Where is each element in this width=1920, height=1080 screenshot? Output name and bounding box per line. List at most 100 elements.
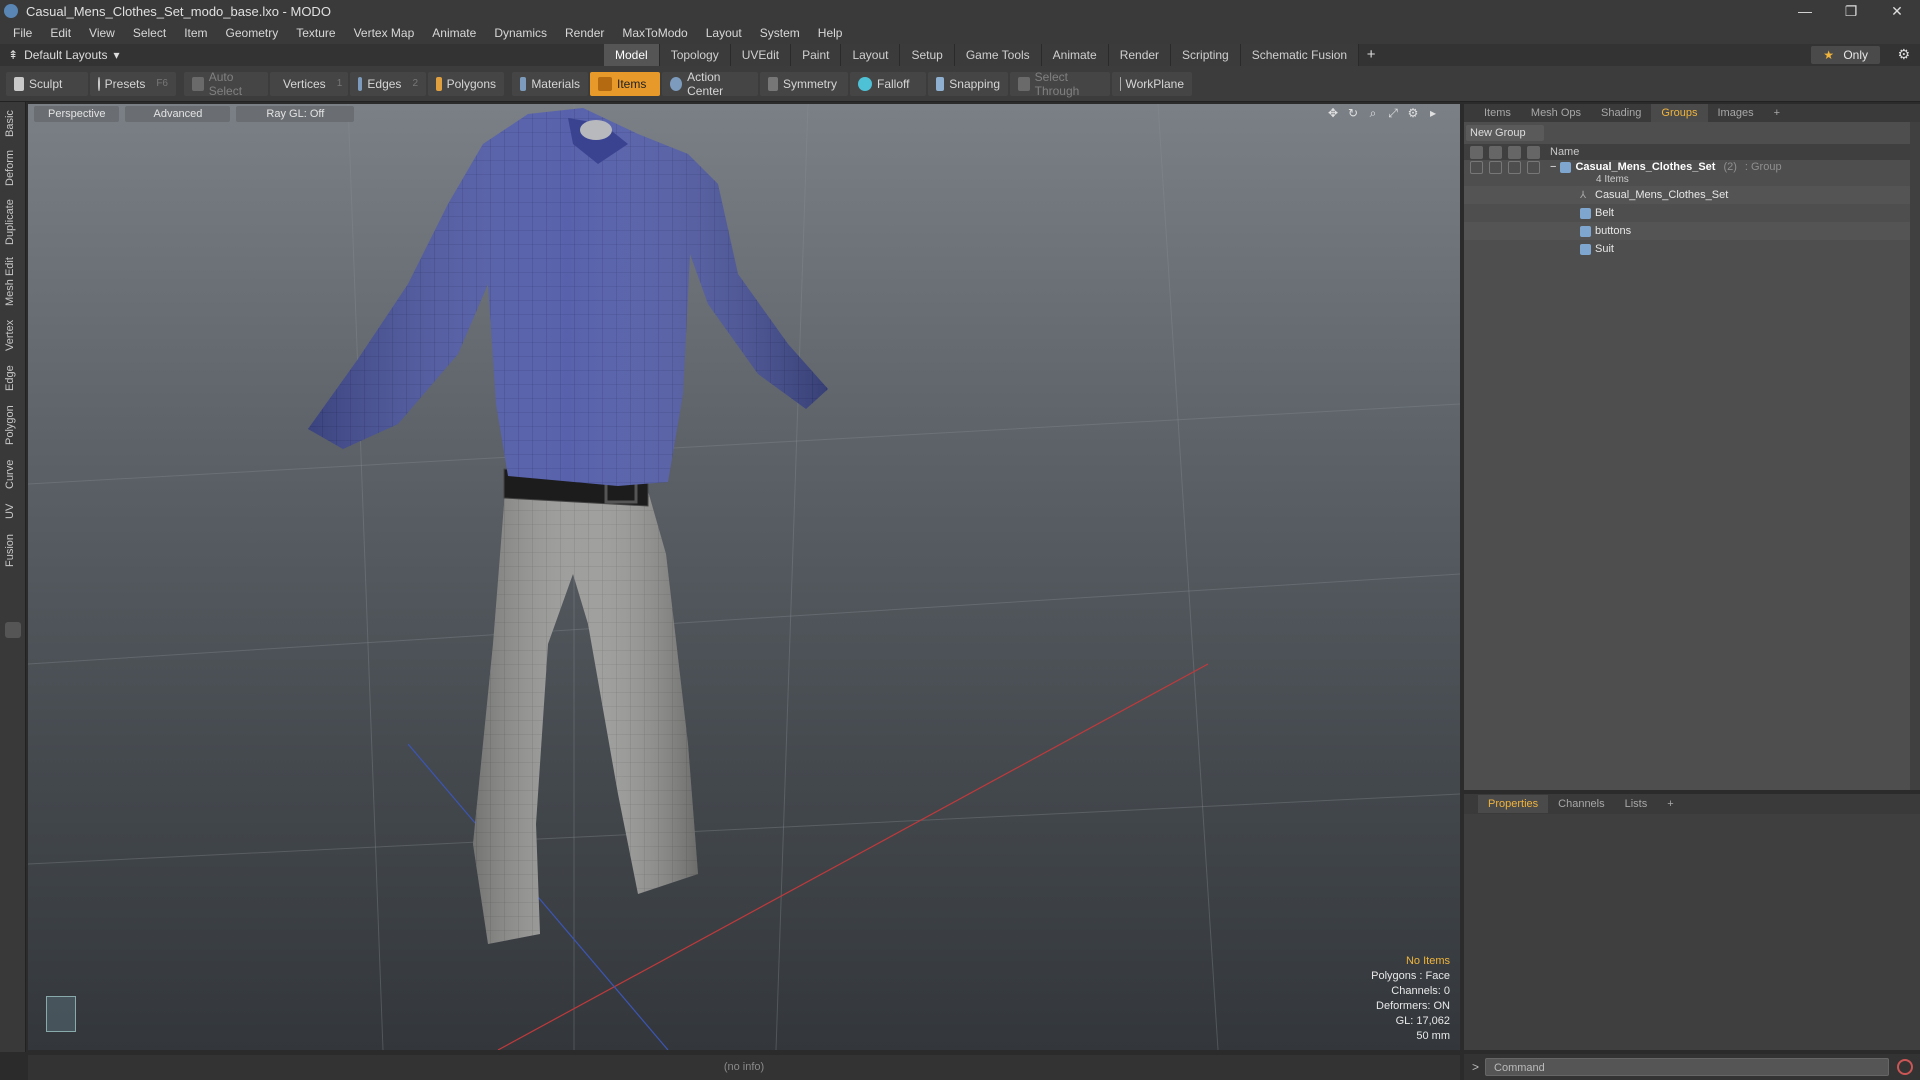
- select-toggle[interactable]: [1527, 160, 1540, 174]
- vtab-deform[interactable]: Deform: [4, 148, 22, 188]
- lock-column-icon[interactable]: [1508, 145, 1521, 159]
- tab-paint[interactable]: Paint: [791, 44, 842, 66]
- tab-images[interactable]: Images: [1708, 104, 1764, 122]
- maximize-button[interactable]: ❐: [1828, 0, 1874, 22]
- edges-button[interactable]: Edges 2: [350, 71, 426, 96]
- collapse-icon[interactable]: −: [1550, 161, 1556, 173]
- menu-vertex-map[interactable]: Vertex Map: [345, 22, 424, 44]
- raygl-button[interactable]: Ray GL: Off: [236, 106, 355, 122]
- menu-select[interactable]: Select: [124, 22, 175, 44]
- sculpt-button[interactable]: Sculpt: [6, 71, 88, 96]
- vtab-polygon[interactable]: Polygon: [4, 402, 22, 448]
- close-button[interactable]: ✕: [1874, 0, 1920, 22]
- materials-button[interactable]: Materials: [512, 71, 588, 96]
- list-item[interactable]: Belt: [1464, 204, 1920, 222]
- tab-shading[interactable]: Shading: [1591, 104, 1651, 122]
- pan-icon[interactable]: ✥: [1326, 106, 1340, 120]
- menu-edit[interactable]: Edit: [41, 22, 80, 44]
- tab-topology[interactable]: Topology: [659, 44, 731, 66]
- select-column-icon[interactable]: [1527, 145, 1540, 159]
- action-center-button[interactable]: Action Center: [662, 70, 758, 98]
- 3d-viewport[interactable]: Perspective Advanced Ray GL: Off ✥ ↻ ⌕ ⤢…: [28, 104, 1460, 1050]
- render-column-icon[interactable]: [1489, 145, 1502, 159]
- tab-render[interactable]: Render: [1108, 44, 1172, 66]
- channels-info: Channels: 0: [1391, 985, 1450, 997]
- workplane-button[interactable]: WorkPlane: [1112, 71, 1192, 96]
- menu-item[interactable]: Item: [175, 22, 216, 44]
- zoom-icon[interactable]: ⌕: [1366, 106, 1380, 120]
- tab-options-icon[interactable]: [5, 622, 21, 638]
- visibility-column-icon[interactable]: [1470, 145, 1483, 159]
- menu-dynamics[interactable]: Dynamics: [485, 22, 556, 44]
- stop-icon[interactable]: [1897, 1059, 1914, 1075]
- list-item[interactable]: ⅄ Casual_Mens_Clothes_Set: [1464, 186, 1920, 204]
- fit-icon[interactable]: ⤢: [1386, 106, 1400, 120]
- vtab-fusion[interactable]: Fusion: [4, 530, 22, 570]
- menu-view[interactable]: View: [80, 22, 124, 44]
- menu-help[interactable]: Help: [809, 22, 852, 44]
- perspective-button[interactable]: Perspective: [34, 106, 120, 122]
- render-toggle[interactable]: [1489, 160, 1502, 174]
- falloff-button[interactable]: Falloff: [850, 71, 926, 96]
- vtab-vertex[interactable]: Vertex: [4, 316, 22, 354]
- tab-schematic-fusion[interactable]: Schematic Fusion: [1240, 44, 1360, 66]
- rotate-icon[interactable]: ↻: [1346, 106, 1360, 120]
- name-column-header[interactable]: Name: [1550, 146, 1579, 158]
- auto-select-button[interactable]: Auto Select: [184, 70, 268, 98]
- tab-setup[interactable]: Setup: [900, 44, 955, 66]
- menu-render[interactable]: Render: [556, 22, 613, 44]
- visibility-toggle[interactable]: [1470, 160, 1483, 174]
- tab-animate[interactable]: Animate: [1041, 44, 1109, 66]
- vertices-button[interactable]: Vertices 1: [270, 71, 348, 96]
- new-group-button[interactable]: New Group: [1466, 125, 1544, 141]
- menu-animate[interactable]: Animate: [423, 22, 485, 44]
- tab-mesh-ops[interactable]: Mesh Ops: [1521, 104, 1591, 122]
- orientation-gizmo[interactable]: [46, 996, 76, 1032]
- tab-model[interactable]: Model: [604, 44, 660, 66]
- tab-uvedit[interactable]: UVEdit: [730, 44, 792, 66]
- viewport-settings-icon[interactable]: ⚙: [1406, 106, 1420, 120]
- list-item[interactable]: Suit: [1464, 240, 1920, 258]
- items-button[interactable]: Items: [590, 71, 660, 96]
- vtab-curve[interactable]: Curve: [4, 456, 22, 492]
- command-input[interactable]: Command: [1485, 1058, 1890, 1076]
- advanced-shading-button[interactable]: Advanced: [125, 106, 231, 122]
- add-panel-tab-button[interactable]: +: [1764, 104, 1790, 122]
- gear-icon[interactable]: ⚙: [1897, 46, 1910, 63]
- menu-system[interactable]: System: [751, 22, 809, 44]
- add-properties-tab-button[interactable]: +: [1657, 795, 1683, 813]
- vtab-duplicate[interactable]: Duplicate: [4, 196, 22, 248]
- minimize-button[interactable]: —: [1782, 0, 1828, 22]
- symmetry-button[interactable]: Symmetry: [760, 71, 848, 96]
- vtab-mesh-edit[interactable]: Mesh Edit: [4, 256, 22, 308]
- select-through-button[interactable]: Select Through: [1010, 70, 1110, 98]
- snapping-button[interactable]: Snapping: [928, 71, 1008, 96]
- tab-layout[interactable]: Layout: [841, 44, 901, 66]
- only-toggle-button[interactable]: ★ Only: [1811, 46, 1880, 64]
- default-layouts-dropdown[interactable]: ⇞ Default Layouts ▾: [8, 48, 128, 62]
- vtab-uv[interactable]: UV: [4, 500, 22, 522]
- viewport-expand-icon[interactable]: ▸: [1426, 106, 1440, 120]
- polygons-button[interactable]: Polygons: [428, 71, 504, 96]
- tab-lists[interactable]: Lists: [1615, 795, 1658, 813]
- menu-maxtomodo[interactable]: MaxToModo: [613, 22, 696, 44]
- vtab-basic[interactable]: Basic: [4, 108, 22, 140]
- group-row[interactable]: − Casual_Mens_Clothes_Set (2) : Group: [1464, 160, 1920, 174]
- menu-geometry[interactable]: Geometry: [217, 22, 288, 44]
- presets-button[interactable]: Presets F6: [90, 71, 176, 96]
- groups-scrollbar[interactable]: [1910, 122, 1920, 790]
- menu-file[interactable]: File: [4, 22, 41, 44]
- lock-toggle[interactable]: [1508, 160, 1521, 174]
- vtab-edge[interactable]: Edge: [4, 362, 22, 394]
- menu-texture[interactable]: Texture: [287, 22, 344, 44]
- edges-icon: [358, 76, 363, 91]
- tab-groups[interactable]: Groups: [1651, 104, 1708, 122]
- tab-game-tools[interactable]: Game Tools: [954, 44, 1042, 66]
- tab-channels[interactable]: Channels: [1548, 795, 1614, 813]
- tab-items[interactable]: Items: [1474, 104, 1521, 122]
- add-tab-button[interactable]: +: [1359, 44, 1383, 66]
- tab-scripting[interactable]: Scripting: [1171, 44, 1241, 66]
- tab-properties[interactable]: Properties: [1478, 795, 1549, 813]
- menu-layout[interactable]: Layout: [697, 22, 751, 44]
- list-item[interactable]: buttons: [1464, 222, 1920, 240]
